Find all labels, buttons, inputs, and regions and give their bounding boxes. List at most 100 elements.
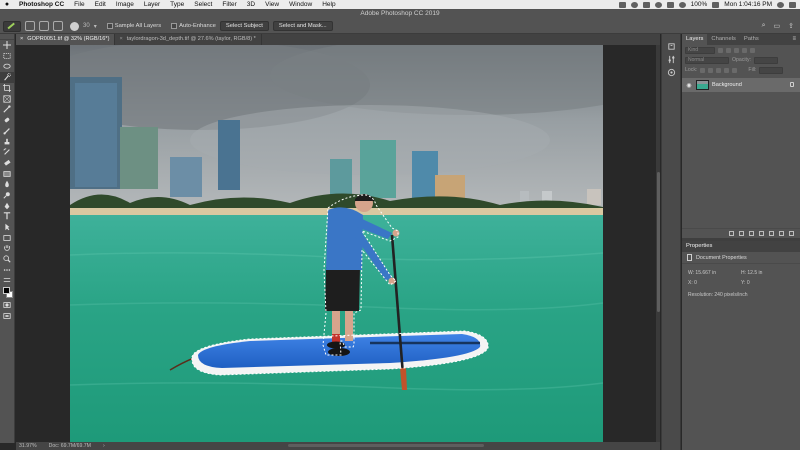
prop-width[interactable]: W: 15.667 in	[688, 270, 741, 276]
tool-preset-picker[interactable]	[3, 20, 21, 32]
apple-menu-icon[interactable]: ●	[0, 1, 14, 8]
zoom-level[interactable]: 31.97%	[19, 443, 37, 449]
menu-type[interactable]: Type	[165, 0, 189, 9]
trash-icon[interactable]	[789, 231, 794, 236]
display-icon[interactable]	[642, 1, 650, 8]
layer-row-background[interactable]: ◉ Background	[682, 78, 800, 92]
sync-icon[interactable]	[630, 1, 638, 8]
menu-view[interactable]: View	[260, 0, 284, 9]
eyedropper-tool-icon[interactable]	[0, 104, 14, 115]
adjustments-panel-icon[interactable]	[662, 53, 680, 66]
foreground-color-swatch[interactable]	[3, 286, 10, 294]
filter-adjustment-icon[interactable]	[726, 47, 731, 53]
menu-edit[interactable]: Edit	[90, 0, 111, 9]
fill-field[interactable]	[759, 66, 784, 74]
sample-all-layers-checkbox[interactable]: Sample All Layers	[106, 23, 161, 29]
brush-picker-icon[interactable]	[70, 21, 79, 31]
checkbox-box[interactable]	[106, 23, 113, 29]
new-layer-icon[interactable]	[779, 231, 784, 236]
add-to-selection-icon[interactable]	[39, 21, 49, 31]
menu-filter[interactable]: Filter	[217, 0, 241, 9]
lock-artboard-icon[interactable]	[724, 67, 730, 73]
time-machine-icon[interactable]	[654, 1, 662, 8]
crop-tool-icon[interactable]	[0, 83, 14, 94]
more-tools-icon[interactable]	[0, 264, 14, 275]
menu-help[interactable]: Help	[317, 0, 340, 9]
prop-height[interactable]: H: 12.5 in	[741, 270, 794, 276]
wifi-icon[interactable]	[678, 1, 686, 8]
frame-tool-icon[interactable]	[0, 93, 14, 104]
bluetooth-icon[interactable]	[666, 1, 674, 8]
menu-window[interactable]: Window	[284, 0, 317, 9]
share-icon[interactable]: ⇪	[788, 22, 794, 30]
layer-mask-icon[interactable]	[749, 231, 754, 236]
tab-gopr0051[interactable]: × GOPR0051.tif @ 32% (RGB/16*)	[16, 34, 116, 45]
menu-select[interactable]: Select	[189, 0, 217, 9]
eye-icon[interactable]: ◉	[685, 82, 693, 89]
lock-image-icon[interactable]	[708, 67, 714, 73]
quick-selection-tool-icon[interactable]	[0, 72, 14, 83]
type-tool-icon[interactable]	[0, 211, 14, 222]
eraser-tool-icon[interactable]	[0, 158, 14, 169]
zoom-tool-icon[interactable]	[0, 254, 14, 265]
notification-center-icon[interactable]	[789, 1, 796, 8]
dropbox-icon[interactable]	[618, 1, 626, 8]
move-tool-icon[interactable]	[0, 40, 14, 51]
hand-tool-icon[interactable]	[0, 243, 14, 254]
filter-pixel-icon[interactable]	[718, 47, 723, 53]
link-layers-icon[interactable]	[729, 231, 734, 236]
filter-shape-icon[interactable]	[742, 47, 747, 53]
menu-3d[interactable]: 3D	[242, 0, 260, 9]
path-selection-tool-icon[interactable]	[0, 222, 14, 233]
clone-stamp-tool-icon[interactable]	[0, 136, 14, 147]
blend-mode-select[interactable]: Normal	[685, 56, 729, 64]
search-icon[interactable]: ⌕	[762, 22, 766, 30]
filter-smart-object-icon[interactable]	[750, 47, 755, 53]
layer-name[interactable]: Background	[712, 82, 742, 88]
subtract-from-selection-icon[interactable]	[53, 21, 63, 31]
dodge-tool-icon[interactable]	[0, 190, 14, 201]
scrollbar-thumb[interactable]	[656, 172, 660, 312]
prop-y[interactable]: Y: 0	[741, 280, 794, 286]
libraries-panel-icon[interactable]	[662, 66, 680, 79]
workspace-icon[interactable]: ▭	[774, 22, 781, 30]
filter-kind-select[interactable]: Kind	[685, 46, 715, 54]
new-selection-icon[interactable]	[25, 21, 35, 31]
filter-type-icon[interactable]	[734, 47, 739, 53]
tab-close-icon[interactable]: ×	[119, 34, 122, 45]
blur-tool-icon[interactable]	[0, 179, 14, 190]
checkbox-box[interactable]	[171, 23, 178, 29]
brush-tool-icon[interactable]	[0, 126, 14, 137]
battery-icon[interactable]	[712, 1, 720, 8]
vertical-scrollbar[interactable]	[656, 45, 660, 442]
adjustment-layer-icon[interactable]	[759, 231, 764, 236]
menu-image[interactable]: Image	[111, 0, 139, 9]
tab-layers[interactable]: Layers	[682, 34, 708, 45]
menubar-clock[interactable]: Mon 1:04:16 PM	[724, 1, 772, 8]
tab-close-icon[interactable]: ×	[20, 34, 23, 45]
properties-panel-title[interactable]: Properties	[682, 241, 800, 252]
panel-menu-icon[interactable]: ≡	[792, 34, 800, 45]
document-canvas[interactable]	[16, 45, 660, 442]
lock-all-icon[interactable]	[732, 67, 738, 73]
horizontal-scrollbar[interactable]	[288, 444, 484, 447]
tab-taylordragon[interactable]: × taylordragon-3d_depth.tif @ 27.6% (tay…	[115, 34, 262, 45]
select-and-mask-button[interactable]: Select and Mask...	[272, 21, 333, 31]
menu-app-name[interactable]: Photoshop CC	[14, 0, 69, 9]
pen-tool-icon[interactable]	[0, 200, 14, 211]
lock-transparent-icon[interactable]	[700, 67, 706, 73]
lock-position-icon[interactable]	[716, 67, 722, 73]
menu-file[interactable]: File	[69, 0, 89, 9]
auto-enhance-checkbox[interactable]: Auto-Enhance	[171, 23, 216, 29]
select-subject-button[interactable]: Select Subject	[219, 21, 269, 31]
prop-x[interactable]: X: 0	[688, 280, 741, 286]
color-swatches[interactable]	[0, 286, 14, 300]
brush-size-value[interactable]: 30	[83, 23, 90, 29]
new-group-icon[interactable]	[769, 231, 774, 236]
status-menu-arrow[interactable]: ›	[103, 443, 105, 449]
marquee-tool-icon[interactable]	[0, 51, 14, 62]
menu-layer[interactable]: Layer	[139, 0, 165, 9]
canvas-image[interactable]	[70, 45, 603, 442]
healing-brush-tool-icon[interactable]	[0, 115, 14, 126]
lasso-tool-icon[interactable]	[0, 61, 14, 72]
